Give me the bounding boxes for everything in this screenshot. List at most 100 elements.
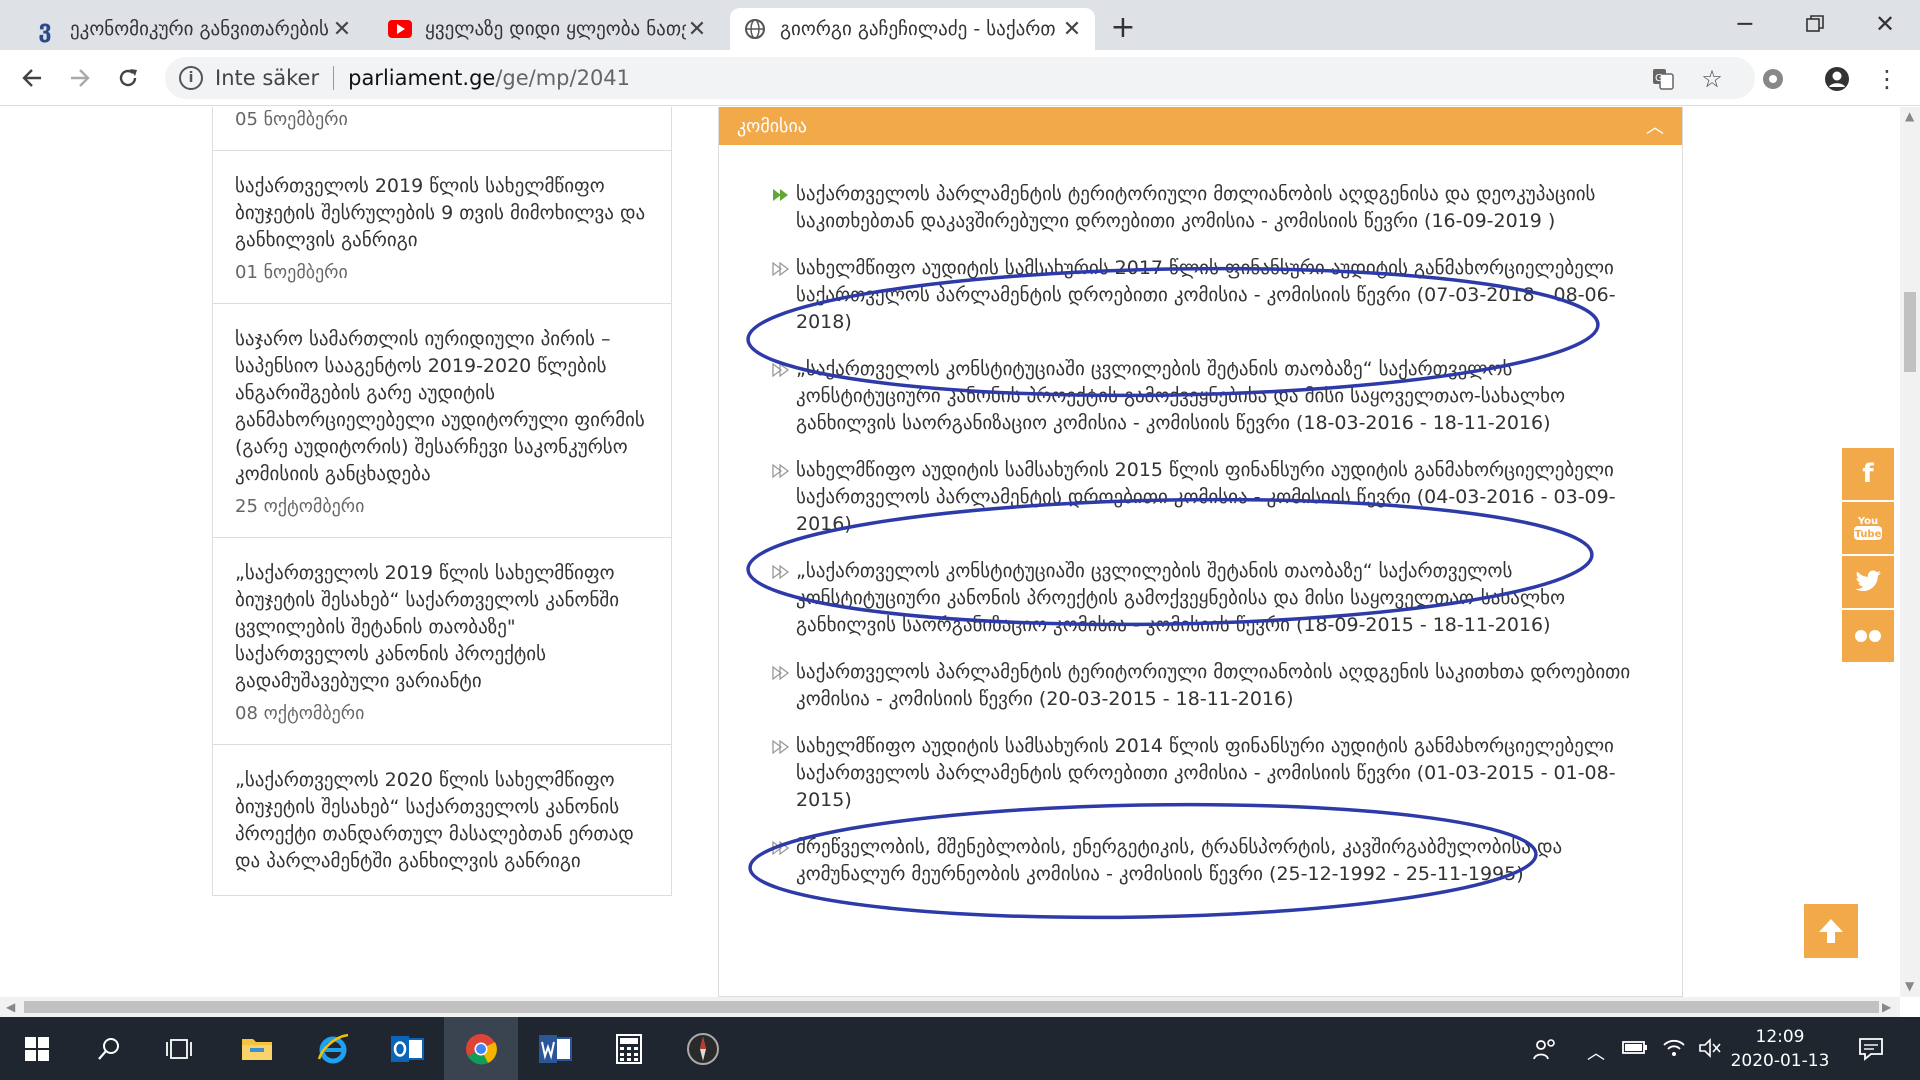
news-item[interactable]: საჯარო სამართლის იურიდიული პირის – საპენ… [212,304,672,538]
news-item[interactable]: „საქართველოს 2019 წლის სახელმწიფო ბიუჯეტ… [212,538,672,745]
news-title[interactable]: საჯარო სამართლის იურიდიული პირის – საპენ… [235,326,651,488]
task-view-button[interactable] [142,1017,216,1080]
double-arrow-icon [772,665,790,681]
news-title[interactable]: საქართველოს 2019 წლის სახელმწიფო ბიუჯეტი… [235,173,651,254]
horizontal-scrollbar[interactable]: ◀ ▶ [0,997,1900,1017]
news-item[interactable]: საქართველოს 2019 წლის სახელმწიფო ბიუჯეტი… [212,151,672,304]
profile-avatar-icon[interactable] [1822,64,1852,94]
news-column: 05 ნოემბერი საქართველოს 2019 წლის სახელმ… [212,107,672,896]
search-icon [98,1037,119,1060]
compass-icon [687,1032,719,1065]
windows-logo-icon [25,1036,49,1061]
close-window-button[interactable]: ✕ [1850,4,1920,44]
search-button[interactable] [72,1017,146,1080]
chevron-up-icon[interactable]: ︿ [1646,113,1664,139]
system-clock[interactable]: 12:09 2020-01-13 [1720,1025,1840,1073]
chrome-icon [466,1033,497,1064]
divider [333,66,335,90]
commission-text: საქართველოს პარლამენტის ტერიტორიული მთლი… [796,183,1596,232]
commission-panel: კომისია ︿ საქართველოს პარლამენტის ტერიტო… [718,107,1683,997]
forward-button[interactable] [62,60,98,96]
youtube-icon [387,16,413,42]
scroll-down-arrow-icon[interactable]: ▼ [1905,979,1914,993]
file-explorer-button[interactable] [220,1017,294,1080]
outlook-button[interactable] [370,1017,444,1080]
calculator-button[interactable] [592,1017,666,1080]
url-path: /ge/mp/2041 [495,66,631,90]
flickr-button[interactable] [1842,610,1894,662]
news-item[interactable]: „საქართველოს 2020 წლის სახელმწიფო ბიუჯეტ… [212,745,672,896]
commission-item[interactable]: საქართველოს პარლამენტის ტერიტორიული მთლი… [719,659,1682,713]
youtube-icon: You Tube [1854,516,1882,540]
start-button[interactable] [0,1017,74,1080]
news-title[interactable]: „საქართველოს 2020 წლის სახელმწიფო ბიუჯეტ… [235,767,651,875]
svg-text:G: G [1655,73,1663,84]
news-title[interactable]: „საქართველოს 2019 წლის სახელმწიფო ბიუჯეტ… [235,560,651,695]
notifications-icon[interactable] [1858,1037,1884,1066]
commission-item[interactable]: სახელმწიფო აუდიტის სამსახურის 2015 წლის … [719,457,1682,538]
internet-explorer-button[interactable] [296,1017,370,1080]
close-icon[interactable]: ✕ [686,17,708,42]
minimize-button[interactable]: ─ [1710,4,1780,44]
scroll-right-arrow-icon[interactable]: ▶ [1882,1000,1891,1014]
app-button[interactable] [666,1017,740,1080]
volume-muted-icon[interactable] [1698,1037,1722,1064]
double-arrow-icon [773,189,788,201]
double-arrow-icon [772,261,790,277]
scroll-thumb[interactable] [24,1001,1879,1013]
task-view-icon [166,1038,192,1059]
news-item[interactable]: 05 ნოემბერი [212,107,672,151]
commission-item[interactable]: სახელმწიფო აუდიტის სამსახურის 2014 წლის … [719,733,1682,814]
restore-button[interactable] [1780,4,1850,44]
people-icon[interactable] [1532,1037,1558,1068]
bookmark-star-icon[interactable]: ☆ [1697,64,1727,94]
commission-item[interactable]: სახელმწიფო აუდიტის სამსახურის 2017 წლის … [719,255,1682,336]
youtube-badge-bottom: Tube [1855,529,1882,540]
word-button[interactable] [518,1017,592,1080]
scroll-up-arrow-icon[interactable]: ▲ [1905,109,1914,123]
vertical-scrollbar[interactable]: ▲ ▼ [1900,107,1920,997]
calculator-icon [616,1033,642,1064]
close-icon[interactable]: ✕ [1061,17,1083,42]
chrome-button[interactable] [444,1017,518,1080]
info-icon[interactable]: i [179,66,203,90]
commission-text: სახელმწიფო აუდიტის სამსახურის 2014 წლის … [796,735,1616,811]
translate-icon[interactable]: G [1648,64,1678,94]
tab-youtube[interactable]: ყველაზე დიდი ყლეობა ნათე ✕ [375,8,720,50]
reload-button[interactable] [110,60,146,96]
new-tab-button[interactable]: + [1105,10,1141,45]
battery-icon[interactable] [1622,1037,1648,1062]
youtube-button[interactable]: You Tube [1842,502,1894,554]
menu-icon[interactable]: ⋮ [1872,64,1902,94]
globe-icon [742,16,768,42]
scroll-left-arrow-icon[interactable]: ◀ [6,1000,15,1014]
scroll-thumb[interactable] [1904,292,1916,372]
windows-taskbar: ︿ 12:09 2020-01-13 [0,1017,1920,1080]
news-date: 08 ოქტომბერი [235,703,365,724]
wifi-icon[interactable] [1662,1037,1686,1064]
commission-item[interactable]: საქართველოს პარლამენტის ტერიტორიული მთლი… [719,181,1682,235]
back-button[interactable] [14,60,50,96]
twitter-button[interactable] [1842,556,1894,608]
commission-item[interactable]: მრეწველობის, მშენებლობის, ენერგეტიკის, ტ… [719,834,1682,888]
commission-item[interactable]: „საქართველოს კონსტიტუციაში ცვლილების შეტ… [719,356,1682,437]
double-arrow-icon [772,463,790,479]
page-viewport: 05 ნოემბერი საქართველოს 2019 წლის სახელმ… [0,107,1900,997]
twitter-icon [1855,570,1881,592]
extension-icon[interactable] [1758,64,1788,94]
close-icon[interactable]: ✕ [331,17,353,42]
panel-header[interactable]: კომისია ︿ [719,107,1682,145]
facebook-button[interactable]: f [1842,448,1894,500]
commission-item[interactable]: „საქართველოს კონსტიტუციაში ცვლილების შეტ… [719,558,1682,639]
address-bar[interactable]: i Inte säker parliament.ge /ge/mp/2041 [165,57,1755,99]
arrow-up-icon [1819,919,1843,943]
back-to-top-button[interactable] [1804,904,1858,958]
chevron-up-icon[interactable]: ︿ [1587,1039,1605,1065]
clock-date: 2020-01-13 [1730,1051,1830,1071]
commission-text: სახელმწიფო აუდიტის სამსახურის 2017 წლის … [796,257,1616,333]
news-date: 25 ოქტომბერი [235,496,365,517]
tab-parliament[interactable]: გიორგი გაჩეჩილაძე - საქართ ✕ [730,8,1095,50]
tab-economy[interactable]: ვ ეკონომიკური განვითარების ✕ [20,8,365,50]
double-arrow-icon [772,564,790,580]
outlook-icon [391,1035,424,1062]
